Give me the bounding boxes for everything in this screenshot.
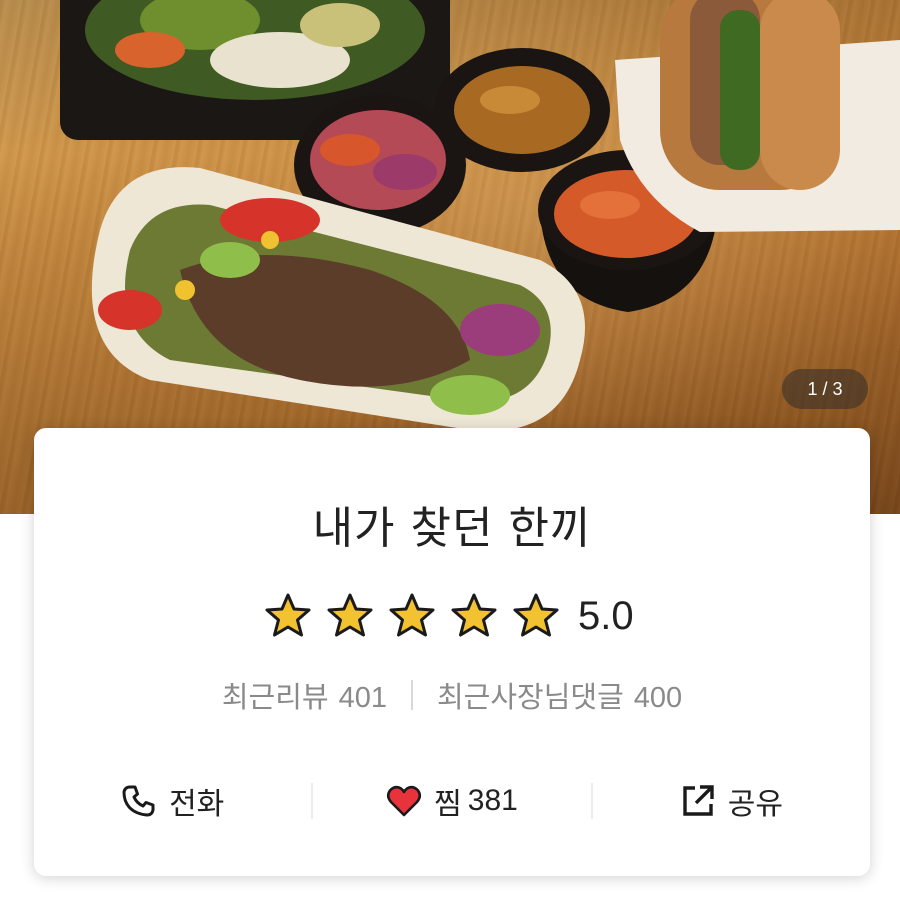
recent-review-label: 최근리뷰 [221, 680, 329, 714]
owner-reply-count: 400 [633, 682, 683, 714]
share-button[interactable]: 공유 [593, 779, 870, 823]
review-stats: 최근리뷰 401 최근사장님댓글 400 [34, 674, 870, 716]
share-icon [683, 785, 714, 816]
call-button[interactable]: 전화 [34, 779, 311, 823]
like-count: 381 [467, 784, 518, 817]
photo-page-indicator: 1 / 3 [782, 369, 868, 409]
owner-reply-stat[interactable]: 최근사장님댓글 400 [437, 674, 682, 716]
store-info-card: 내가 찾던 한끼 5.0 최근리뷰 401 최근사장님댓글 400 전화 찜 38 [34, 428, 870, 876]
rating-value: 5.0 [578, 593, 634, 638]
heart-icon [387, 785, 422, 817]
call-label: 전화 [169, 787, 225, 822]
phone-icon [122, 785, 155, 817]
star-icon [265, 593, 311, 637]
star-icon [389, 593, 435, 637]
action-bar: 전화 찜 381 공유 [34, 768, 870, 834]
rating-row[interactable]: 5.0 [264, 588, 634, 644]
share-label: 공유 [727, 787, 783, 822]
rice-bowl [91, 167, 585, 432]
owner-reply-label: 최근사장님댓글 [436, 680, 624, 714]
star-icon [513, 593, 559, 637]
peanut-sauce-cup [434, 48, 610, 172]
like-button[interactable]: 찜 381 [313, 779, 590, 823]
review-divider [410, 680, 413, 710]
like-label: 찜 [434, 787, 462, 822]
star-icon [451, 593, 497, 637]
star-icon [327, 593, 373, 637]
store-name: 내가 찾던 한끼 [312, 503, 592, 554]
recent-review-count: 401 [338, 682, 387, 714]
recent-review-stat[interactable]: 최근리뷰 401 [222, 674, 387, 716]
sandwich [615, 0, 900, 232]
